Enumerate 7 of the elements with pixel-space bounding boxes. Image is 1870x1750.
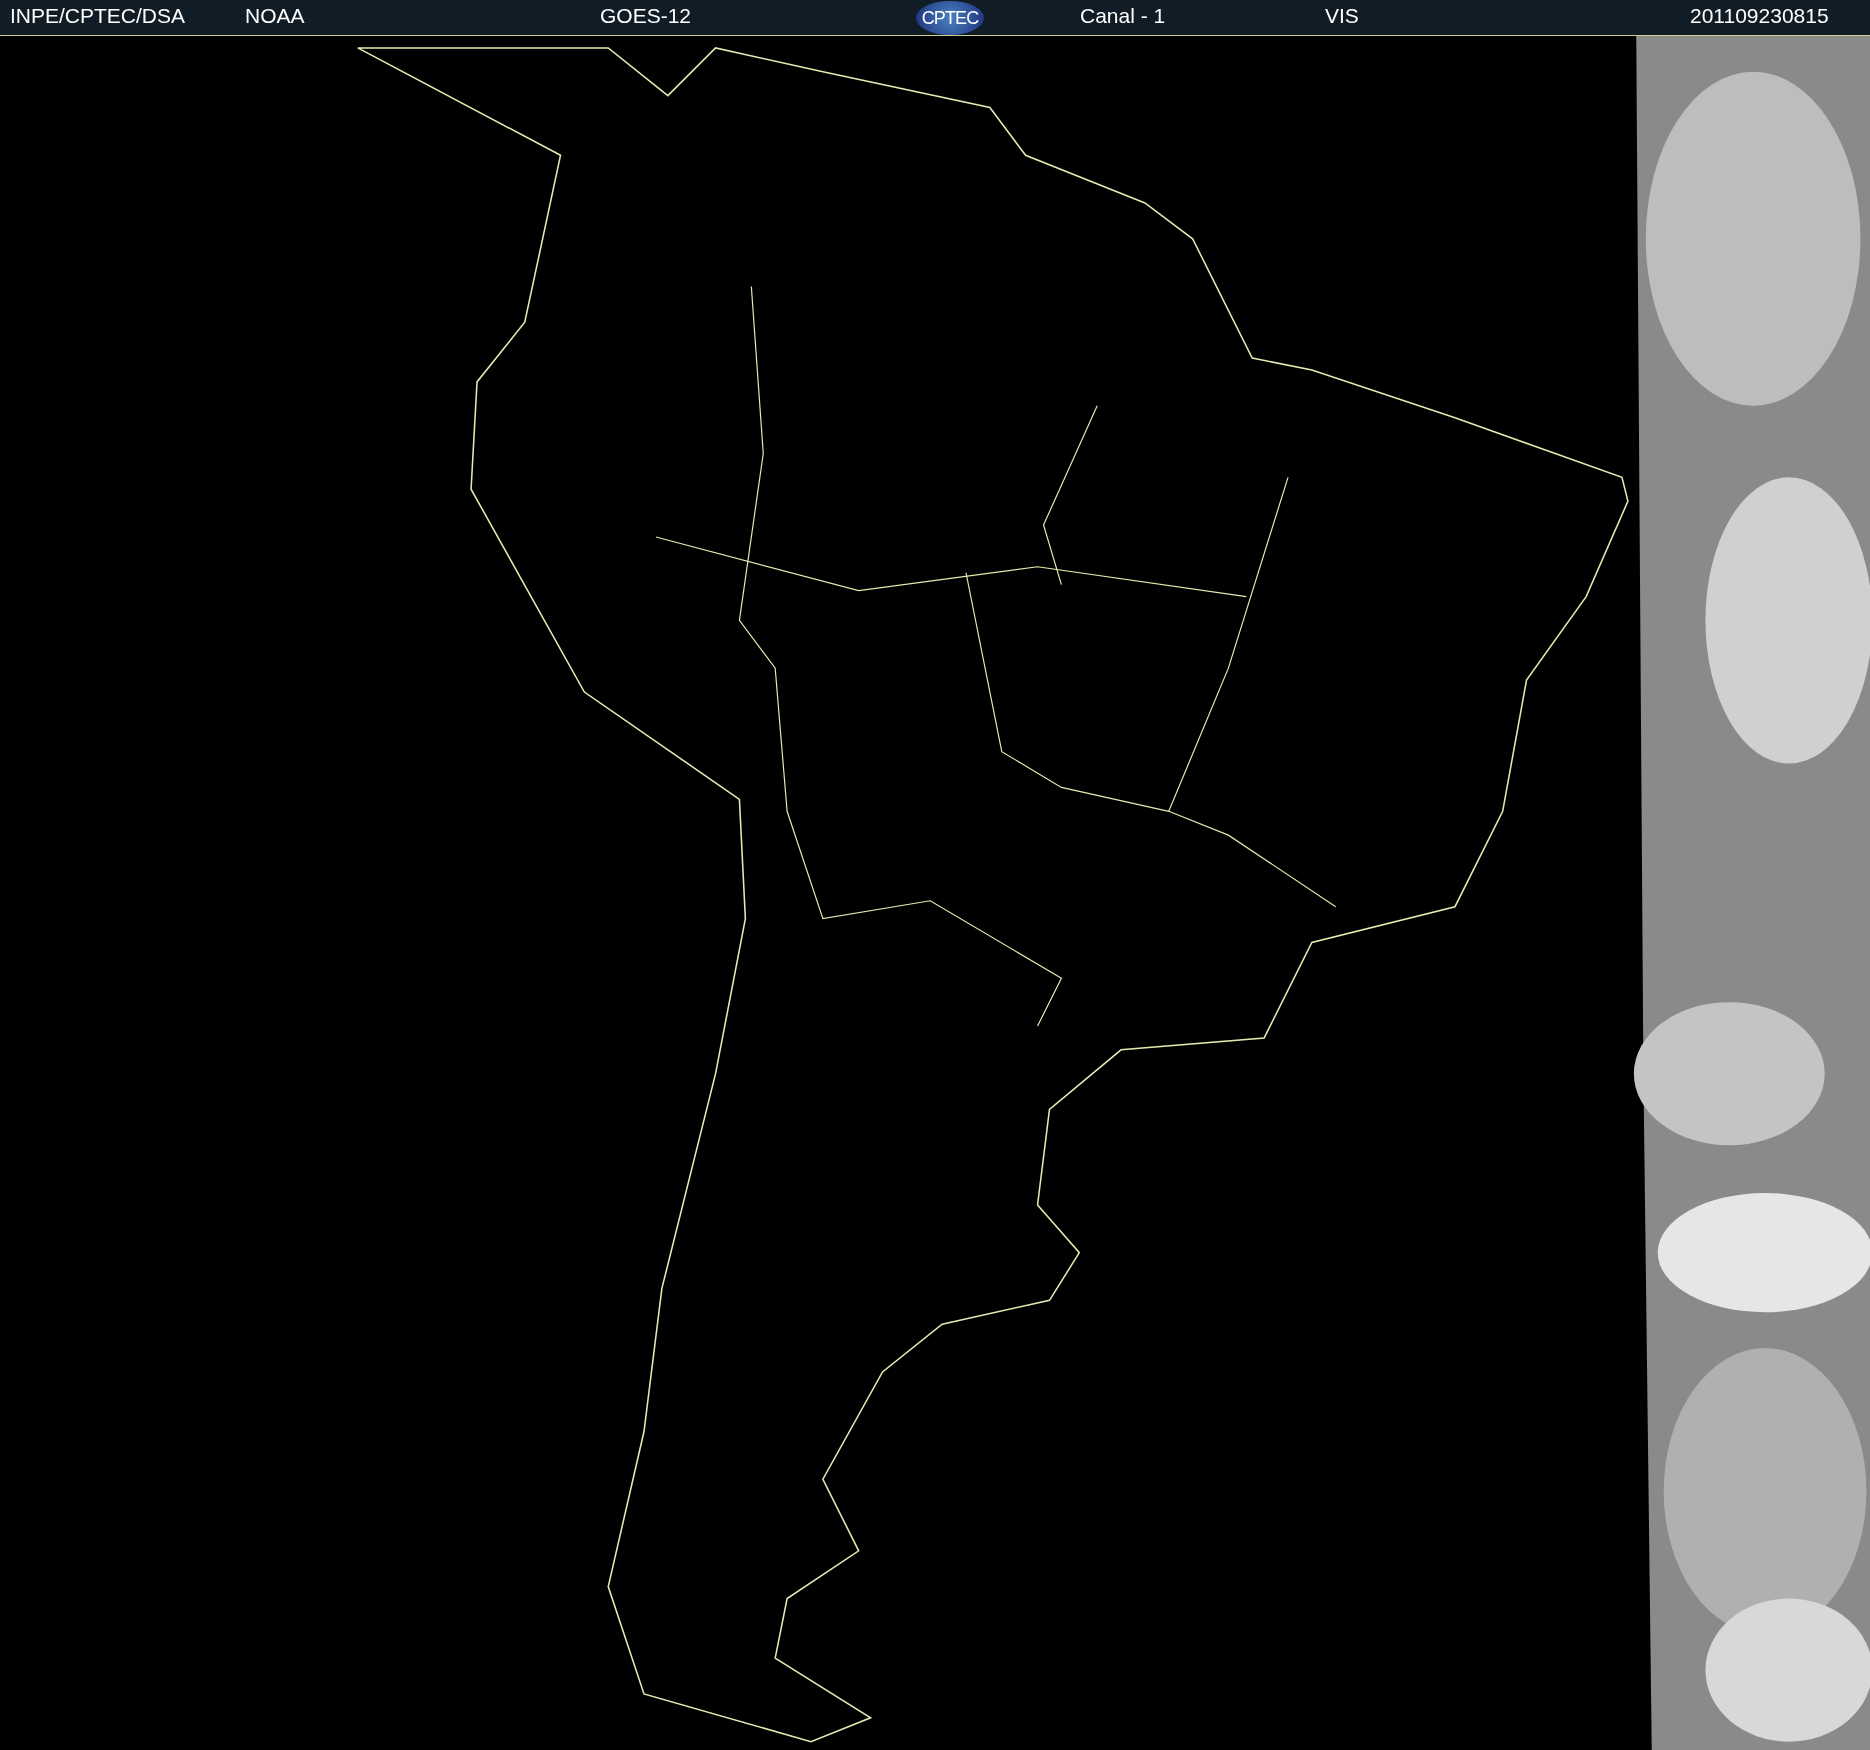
header-label: VIS [1325, 4, 1359, 27]
header-label: Canal - 1 [1080, 4, 1166, 27]
header-label: 201109230815 [1690, 4, 1829, 27]
header-label: INPE/CPTEC/DSA [10, 4, 186, 27]
header-label: GOES-12 [600, 4, 692, 27]
header-label: NOAA [245, 4, 305, 27]
logo: CPTEC [916, 0, 984, 35]
